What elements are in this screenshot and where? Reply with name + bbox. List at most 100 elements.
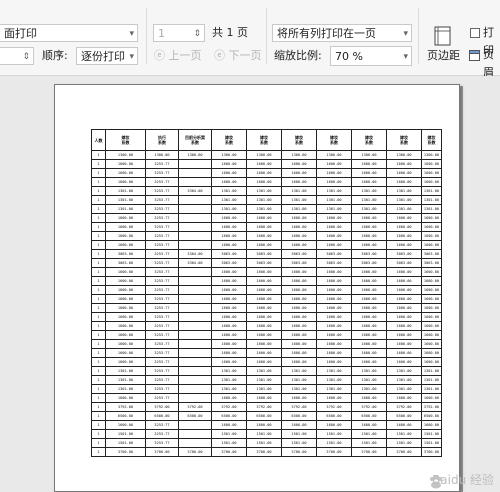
header-footer-icon[interactable] (469, 50, 480, 61)
table-cell: 1600.00 (105, 393, 146, 403)
table-cell: 1301.00 (281, 366, 317, 376)
table-cell: 1600.00 (351, 294, 387, 304)
table-cell: 3253.77 (145, 285, 179, 295)
print-gridlines-checkbox[interactable] (470, 28, 480, 38)
table-cell: 1600.00 (351, 312, 387, 322)
fit-to-page-select[interactable]: 将所有列打印在一页 ▾ (272, 24, 412, 42)
table-row: 1 1600.00 3253.77 1600.00 1600.00 1600.00 1600… (91, 348, 442, 358)
page-number-input[interactable]: 1 ⇕ (153, 24, 205, 42)
table-cell: 1501.00 (386, 429, 422, 439)
scale-select[interactable]: 70 % ▾ (330, 46, 412, 66)
table-cell: 1600.00 (421, 420, 442, 430)
table-cell: 1300.00 (145, 150, 179, 160)
table-cell: 1301.00 (281, 204, 317, 214)
table-cell: 1301.00 (211, 195, 247, 205)
table-cell: 1600.00 (105, 285, 146, 295)
table-cell: 1600.00 (281, 276, 317, 286)
table-cell: 6500.00 (386, 411, 422, 421)
page-margin-label: 页边距 (427, 49, 460, 62)
table-cell: 1301.00 (386, 186, 422, 196)
table-cell: 1600.00 (211, 276, 247, 286)
table-cell: 3792.00 (246, 402, 282, 412)
table-cell: 3700.00 (281, 447, 317, 457)
table-cell: 3304.00 (178, 258, 212, 268)
table-cell: 1301.00 (281, 186, 317, 196)
table-row: 1 1600.00 3253.77 1600.00 1600.00 1600.00 1600… (91, 231, 442, 241)
table-cell: 1501.00 (421, 429, 442, 439)
table-cell: 1600.00 (105, 276, 146, 286)
table-cell: 3700.00 (351, 447, 387, 457)
table-cell: 1301.00 (351, 195, 387, 205)
table-row: 1 1600.00 3253.77 1600.00 1600.00 1600.00 1600… (91, 312, 442, 322)
table-cell: 1300.00 (316, 150, 352, 160)
table-cell: 3063.00 (421, 258, 442, 268)
table-cell: 1600.00 (281, 267, 317, 277)
table-cell: 1 (91, 402, 106, 412)
table-cell: 1501.00 (421, 438, 442, 448)
table-cell (178, 384, 212, 394)
table-cell: 1600.00 (316, 348, 352, 358)
table-cell: 1501.00 (211, 438, 247, 448)
table-cell: 1300.00 (281, 150, 317, 160)
table-cell: 1301.00 (105, 204, 146, 214)
table-cell: 1600.00 (105, 348, 146, 358)
table-cell: 1600.00 (211, 222, 247, 232)
table-cell: 1600.00 (386, 393, 422, 403)
table-cell: 6500.00 (316, 411, 352, 421)
next-page-button[interactable]: ⓔ 下一页 (214, 47, 262, 65)
table-cell: 3253.77 (145, 429, 179, 439)
table-cell: 1600.00 (211, 393, 247, 403)
table-cell: 1600.00 (386, 222, 422, 232)
table-cell: 1 (91, 222, 106, 232)
table-cell: 1301.00 (386, 195, 422, 205)
table-cell: 1600.00 (211, 294, 247, 304)
table-cell: 1 (91, 411, 106, 421)
table-cell: 1600.00 (421, 231, 442, 241)
table-cell: 1600.00 (351, 357, 387, 367)
table-cell (178, 420, 212, 430)
table-cell: 3063.00 (421, 249, 442, 259)
table-cell: 1600.00 (316, 222, 352, 232)
table-cell: 1301.00 (386, 375, 422, 385)
table-cell: 1600.00 (386, 321, 422, 331)
table-cell: 1 (91, 249, 106, 259)
table-cell: 1 (91, 384, 106, 394)
table-cell: 1600.00 (246, 303, 282, 313)
prev-page-label: 上一页 (168, 49, 202, 62)
page-total: 共 1 页 (212, 26, 248, 39)
table-row: 1 1501.00 3253.77 1501.00 1501.00 1501.00 1501… (91, 438, 442, 448)
table-cell: 1301.00 (316, 384, 352, 394)
table-row: 1 1600.00 3253.77 1600.00 1600.00 1600.00 1600… (91, 213, 442, 223)
table-cell: 1300.00 (246, 150, 282, 160)
table-cell: 1600.00 (351, 240, 387, 250)
table-cell: 1600.00 (421, 276, 442, 286)
table-cell (178, 294, 212, 304)
collate-select[interactable]: 逐份打印 ▾ (76, 47, 138, 65)
table-cell: 1501.00 (281, 429, 317, 439)
page-margin-button[interactable]: 页边距 (424, 24, 464, 66)
table-cell: 1301.00 (351, 186, 387, 196)
table-cell: 1600.00 (351, 267, 387, 277)
prev-page-button[interactable]: ⓔ 上一页 (154, 47, 202, 65)
table-cell: 1600.00 (211, 231, 247, 241)
table-cell: 1600.00 (211, 357, 247, 367)
table-cell: 1 (91, 357, 106, 367)
table-row: 1 3063.00 3253.77 3304.00 3063.00 3063.00 3063… (91, 258, 442, 268)
table-cell: 1301.00 (211, 366, 247, 376)
table-header-row: 人数 嫁妆 系数 执行 系数 目前分析案 系数 嫁妆 系数 嫁妆 系数 嫁妆 系数 嫁妆 系数… (91, 129, 442, 151)
column-header: 嫁妆 系数 (386, 129, 422, 151)
next-arrow-icon: ⓔ (214, 49, 225, 62)
table-row: 1 1600.00 3253.77 1600.00 1600.00 1600.00 1600… (91, 177, 442, 187)
table-cell: 1600.00 (316, 321, 352, 331)
table-cell (178, 393, 212, 403)
table-row: 1 1600.00 3253.77 1600.00 1600.00 1600.00 1600… (91, 267, 442, 277)
table-cell: 1600.00 (246, 240, 282, 250)
table-cell: 1600.00 (246, 330, 282, 340)
table-cell: 1600.00 (351, 348, 387, 358)
print-range-select[interactable]: 面打印 ▾ (0, 24, 138, 42)
table-cell: 1 (91, 438, 106, 448)
table-cell: 1600.00 (386, 240, 422, 250)
table-cell: 1600.00 (316, 357, 352, 367)
table-cell: 6500.00 (211, 411, 247, 421)
copies-stepper[interactable]: ⇕ (0, 47, 34, 65)
